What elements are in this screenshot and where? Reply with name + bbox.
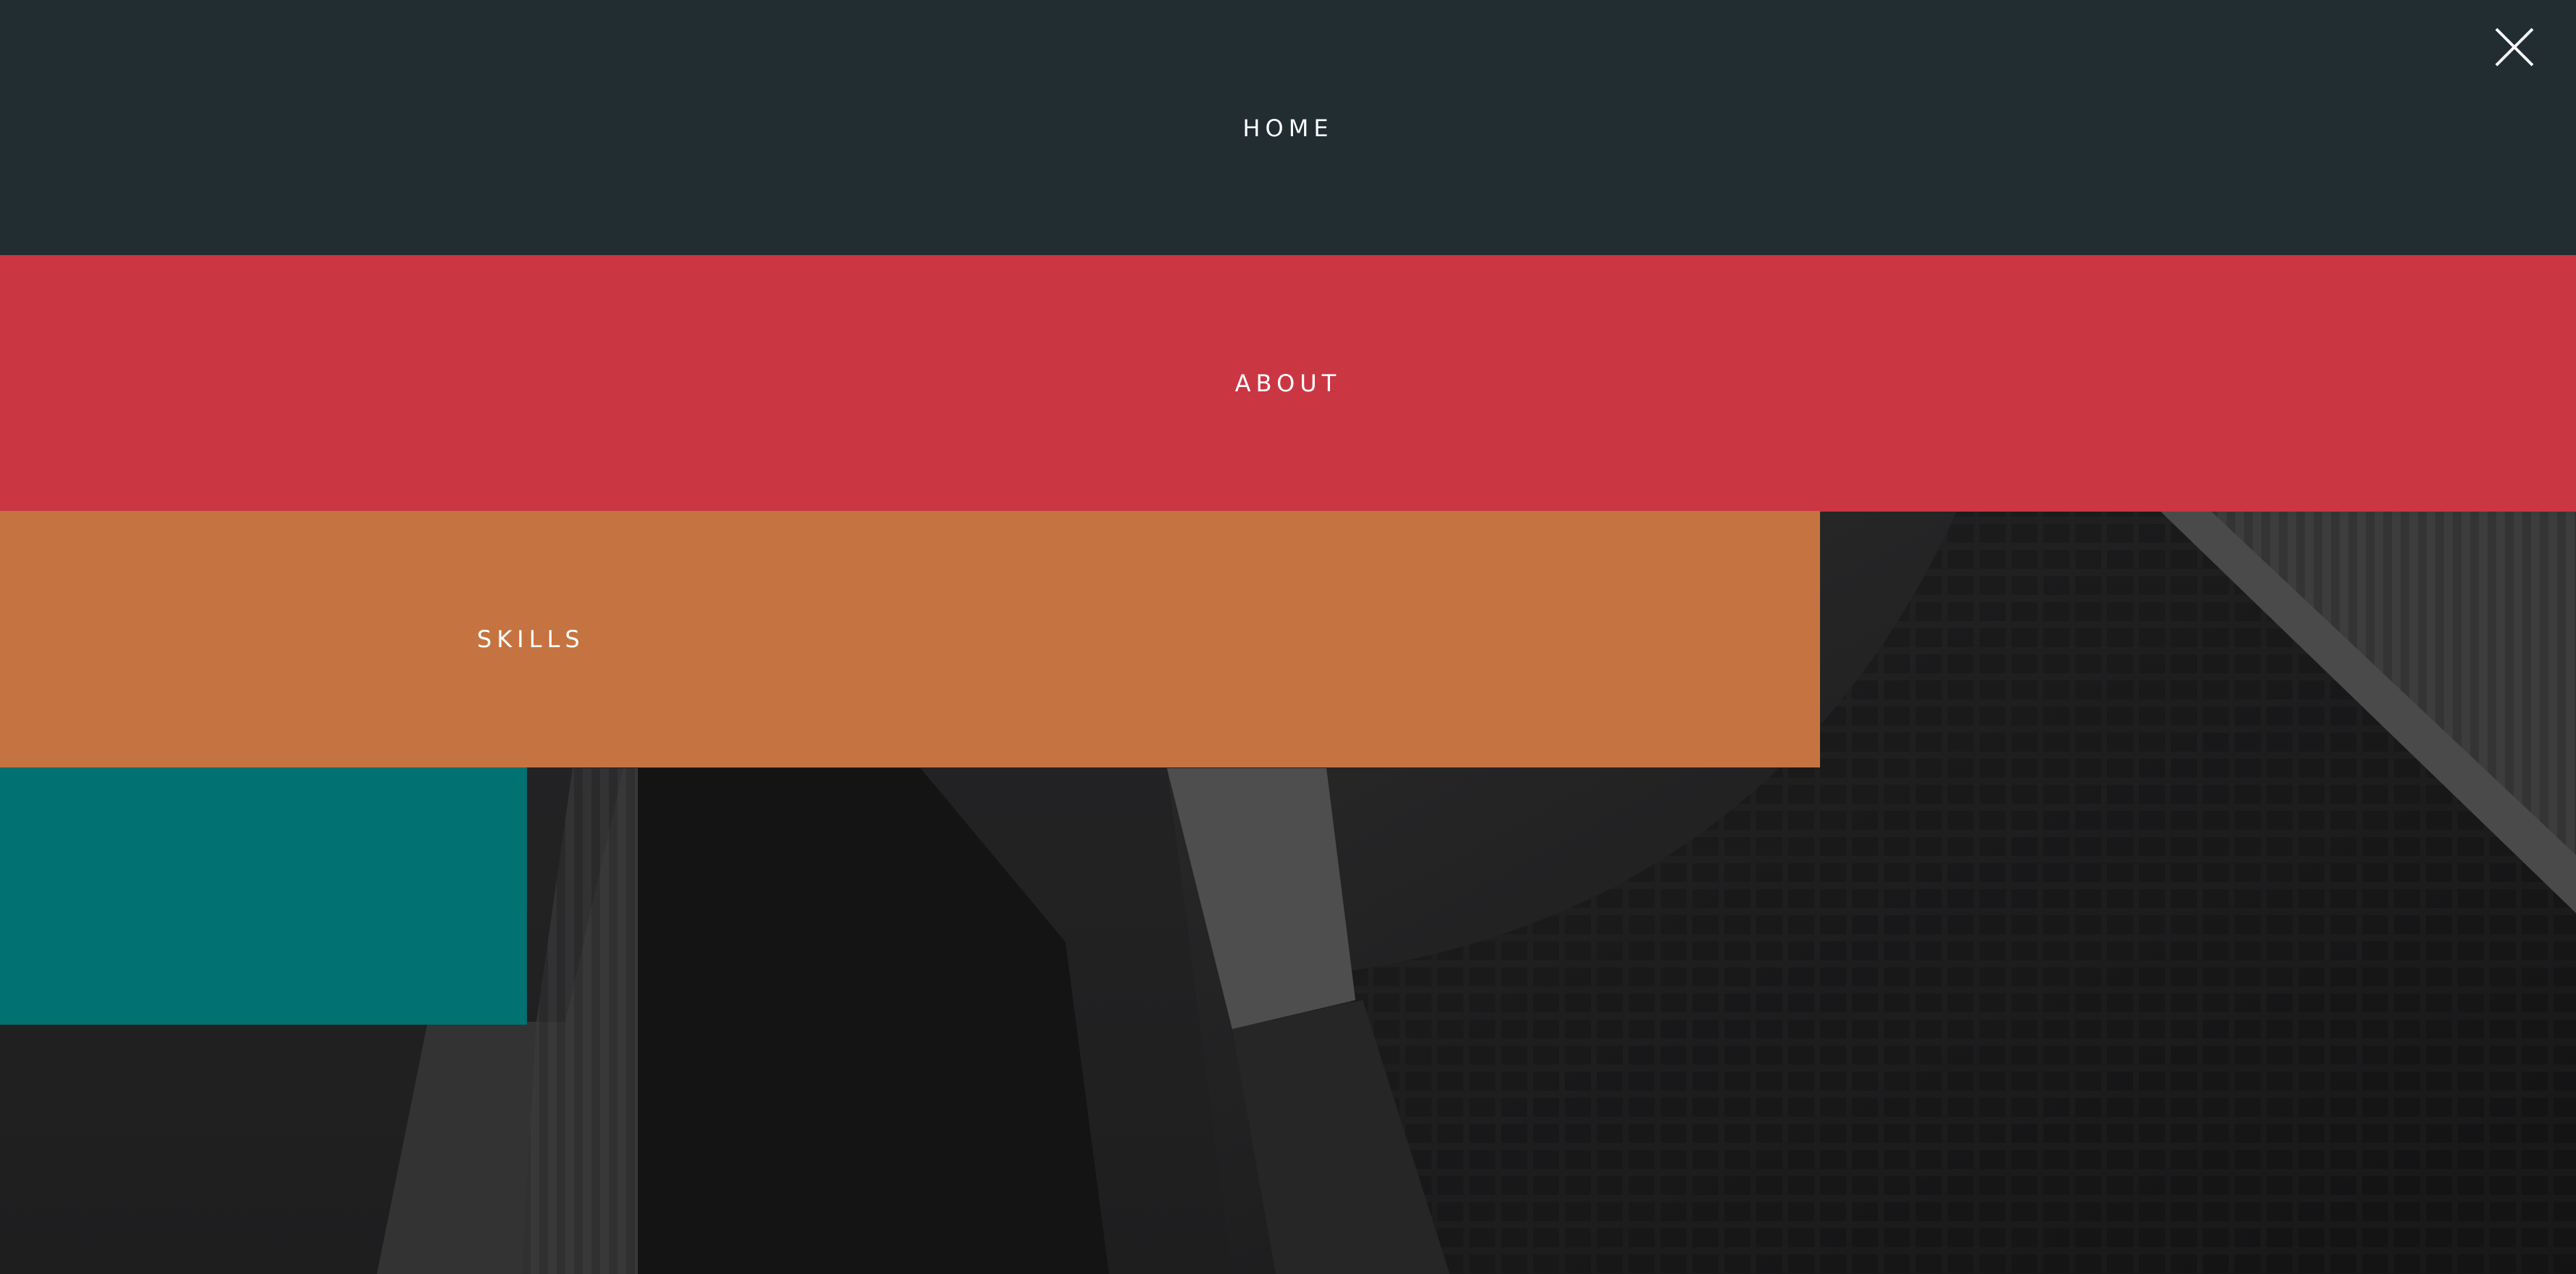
menu-item-label: ABOUT: [1234, 370, 1342, 397]
menu-item-about[interactable]: ABOUT: [0, 255, 2576, 512]
menu-item-home[interactable]: HOME: [0, 0, 2576, 257]
menu-item-teal[interactable]: [0, 767, 527, 1025]
menu-item-label: SKILLS: [477, 625, 585, 653]
close-icon: [2495, 28, 2534, 67]
menu-item-skills[interactable]: SKILLS: [0, 511, 1820, 767]
overlay-menu-screen: HOME ABOUT SKILLS: [0, 0, 2576, 1274]
close-button[interactable]: [2493, 26, 2535, 68]
menu-item-label: HOME: [1242, 115, 1334, 142]
